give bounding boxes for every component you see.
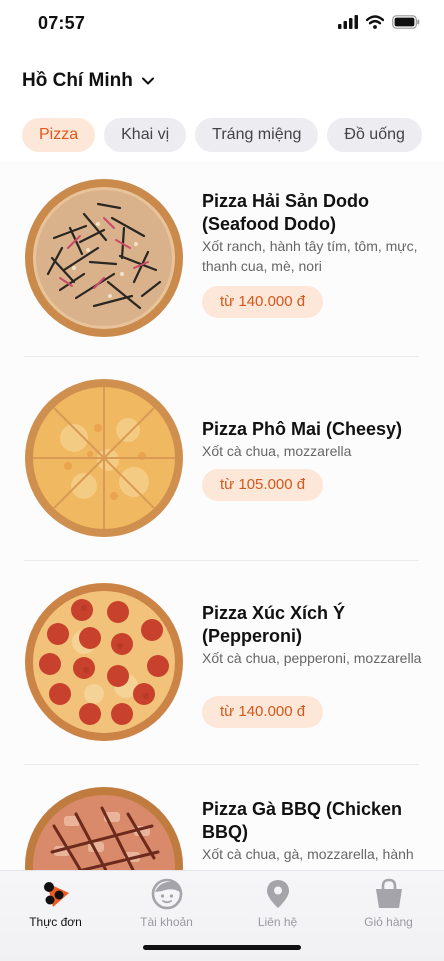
pizza-chicken-bbq-image <box>25 787 183 870</box>
product-description: Xốt cà chua, gà, mozzarella, hành <box>202 846 414 862</box>
price-button[interactable]: từ 105.000 đ <box>202 469 324 501</box>
menu-pizza-icon <box>43 882 69 907</box>
status-time: 07:57 <box>38 13 86 33</box>
pizza-cheesy-image <box>25 379 183 537</box>
tab-desserts[interactable]: Tráng miệng <box>195 118 319 152</box>
price-button[interactable]: từ 140.000 đ <box>202 696 324 728</box>
product-description: Xốt cà chua, pepperoni, mozzarella <box>202 650 422 666</box>
price-button[interactable]: từ 140.000 đ <box>202 286 324 318</box>
tab-pizza[interactable]: Pizza <box>22 118 96 152</box>
status-icons <box>338 15 420 29</box>
product-name: Pizza Hải Sản Dodo (Seafood Dodo) <box>202 191 370 234</box>
nav-cart[interactable]: Giỏ hàng <box>333 877 444 929</box>
product-description: Xốt ranch, hành tây tím, tôm, mực, thanh… <box>202 238 418 274</box>
battery-icon <box>392 15 420 29</box>
product-description: Xốt cà chua, mozzarella <box>202 443 352 459</box>
product-list: Pizza Hải Sản Dodo (Seafood Dodo) Xốt ra… <box>0 162 444 870</box>
nav-menu[interactable]: Thực đơn <box>0 877 111 929</box>
cellular-signal-icon <box>338 15 358 29</box>
divider <box>24 560 419 561</box>
product-item[interactable]: Pizza Gà BBQ (Chicken BBQ) Xốt cà chua, … <box>0 770 444 870</box>
divider <box>24 764 419 765</box>
nav-label: Thực đơn <box>29 915 82 929</box>
product-item[interactable]: Pizza Phô Mai (Cheesy) Xốt cà chua, mozz… <box>0 362 444 566</box>
nav-label: Giỏ hàng <box>364 915 413 929</box>
nav-label: Tài khoản <box>140 915 193 929</box>
product-name: Pizza Phô Mai (Cheesy) <box>202 419 403 439</box>
product-name: Pizza Gà BBQ (Chicken BBQ) <box>202 799 403 842</box>
nav-label: Liên hệ <box>257 915 298 929</box>
category-tabs: Pizza Khai vị Tráng miệng Đồ uống <box>22 118 422 152</box>
header: Hồ Chí Minh Pizza Khai vị Tráng miệng Đồ… <box>0 50 444 162</box>
chevron-down-icon <box>141 77 154 85</box>
city-name: Hồ Chí Minh <box>22 70 133 91</box>
product-item[interactable]: Pizza Xúc Xích Ý (Pepperoni) Xốt cà chua… <box>0 566 444 770</box>
pizza-seafood-image <box>25 179 183 337</box>
divider <box>24 356 419 357</box>
pizza-pepperoni-image <box>25 583 183 741</box>
tab-appetizers[interactable]: Khai vị <box>104 118 187 152</box>
home-indicator <box>143 945 301 950</box>
status-bar: 07:57 <box>0 0 444 50</box>
shopping-bag-icon <box>375 878 402 908</box>
product-item[interactable]: Pizza Hải Sản Dodo (Seafood Dodo) Xốt ra… <box>0 162 444 366</box>
account-face-icon <box>151 878 182 910</box>
nav-account[interactable]: Tài khoản <box>111 877 222 929</box>
location-pin-icon <box>266 880 289 908</box>
product-name: Pizza Xúc Xích Ý (Pepperoni) <box>202 603 346 646</box>
nav-contact[interactable]: Liên hệ <box>222 877 333 929</box>
city-selector[interactable]: Hồ Chí Minh <box>22 70 155 92</box>
wifi-icon <box>366 15 384 29</box>
tab-drinks[interactable]: Đồ uống <box>327 118 422 152</box>
